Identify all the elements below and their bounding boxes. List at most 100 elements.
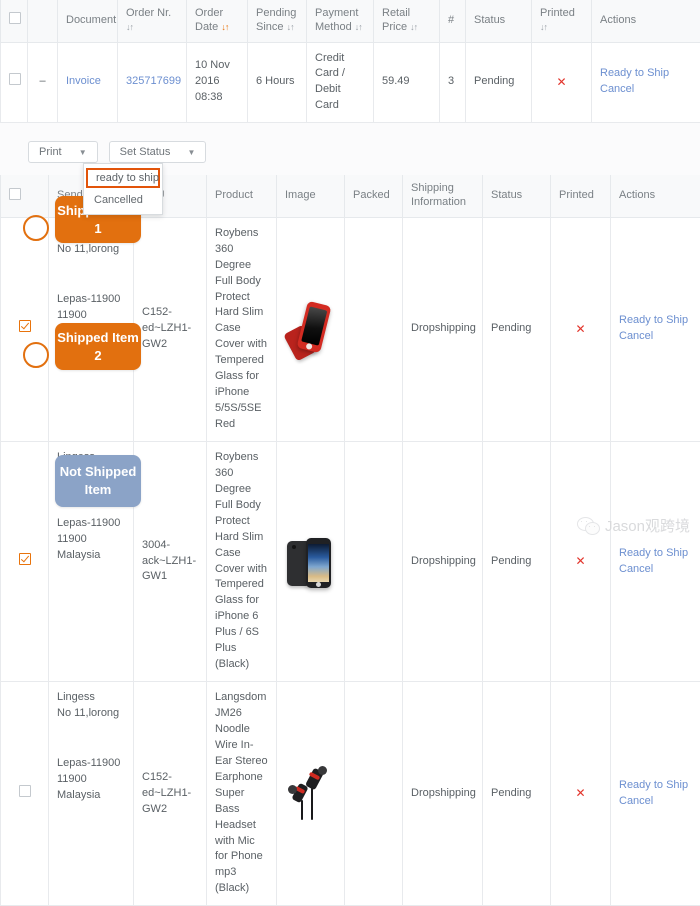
item-printed-cell: ✕ bbox=[551, 217, 611, 441]
earbud-left-tip bbox=[288, 785, 297, 794]
row-checkbox[interactable] bbox=[19, 320, 31, 332]
col-order-date[interactable]: Order Date ↓↑ bbox=[187, 0, 248, 42]
order-quantity-cell: 3 bbox=[440, 42, 466, 123]
sort-icon[interactable]: ↓↑ bbox=[126, 22, 133, 33]
items-select-all-cell[interactable] bbox=[1, 175, 49, 217]
col-packed-label: Packed bbox=[353, 189, 390, 201]
printed-x-icon: ✕ bbox=[559, 553, 602, 570]
sort-icon[interactable]: ↓↑ bbox=[355, 22, 362, 33]
address-obscured-lines bbox=[57, 722, 125, 756]
select-all-checkbox[interactable] bbox=[9, 188, 21, 200]
product-thumbnail-earphones bbox=[285, 763, 341, 825]
select-all-checkbox[interactable] bbox=[9, 12, 21, 24]
ready-to-ship-link[interactable]: Ready to Ship bbox=[619, 313, 692, 329]
col-status[interactable]: Status bbox=[483, 175, 551, 217]
col-shipping-information[interactable]: Shipping Information bbox=[403, 175, 483, 217]
address-obscured-lines bbox=[57, 258, 125, 292]
col-payment-method-label: Payment Method bbox=[315, 7, 358, 33]
item-packed-cell bbox=[345, 441, 403, 681]
col-document[interactable]: Document bbox=[58, 0, 118, 42]
col-printed[interactable]: Printed ↓↑ bbox=[532, 0, 592, 42]
cancel-link[interactable]: Cancel bbox=[619, 562, 692, 578]
item-packed-cell bbox=[345, 682, 403, 906]
col-shipping-information-label: Shipping Information bbox=[411, 182, 466, 208]
cancel-link[interactable]: Cancel bbox=[619, 329, 692, 345]
menu-item-cancelled[interactable]: Cancelled bbox=[84, 190, 162, 210]
annotation-badge-not-shipped-item: Not Shipped Item bbox=[55, 455, 141, 507]
orders-select-all-cell[interactable] bbox=[1, 0, 28, 42]
annotation-badge-label: Not Shipped Item bbox=[55, 463, 141, 498]
item-actions-cell: Ready to Ship Cancel bbox=[611, 441, 700, 681]
page-root: Document Order Nr. ↓↑ Order Date ↓↑ Pend… bbox=[0, 0, 700, 544]
row-checkbox[interactable] bbox=[9, 73, 21, 85]
col-image[interactable]: Image bbox=[277, 175, 345, 217]
col-status[interactable]: Status bbox=[466, 0, 532, 42]
item-image-cell bbox=[277, 441, 345, 681]
sort-icon[interactable]: ↓↑ bbox=[410, 22, 417, 33]
ready-to-ship-link[interactable]: Ready to Ship bbox=[619, 778, 692, 794]
product-thumbnail-red-case bbox=[285, 298, 341, 360]
item-image-cell bbox=[277, 217, 345, 441]
order-pending-since-cell: 6 Hours bbox=[248, 42, 307, 123]
col-printed-label: Printed bbox=[559, 189, 594, 201]
col-product[interactable]: Product bbox=[207, 175, 277, 217]
cancel-link[interactable]: Cancel bbox=[600, 82, 692, 98]
cancel-link[interactable]: Cancel bbox=[619, 794, 692, 810]
col-order-nr[interactable]: Order Nr. ↓↑ bbox=[118, 0, 187, 42]
col-actions-label: Actions bbox=[600, 14, 636, 26]
home-button bbox=[306, 343, 313, 350]
row-checkbox[interactable] bbox=[19, 553, 31, 565]
order-actions-cell: Ready to Ship Cancel bbox=[592, 42, 700, 123]
chevron-down-icon: ▼ bbox=[79, 148, 87, 157]
invoice-link[interactable]: Invoice bbox=[66, 75, 101, 87]
row-checkbox[interactable] bbox=[19, 785, 31, 797]
annotation-badge-label: Shipped Item 2 bbox=[55, 329, 141, 364]
cord-left bbox=[301, 800, 303, 820]
print-button[interactable]: Print ▼ bbox=[28, 141, 98, 163]
wechat-icon bbox=[577, 517, 599, 535]
home-button bbox=[316, 582, 321, 587]
item-row: Lingess No 11,lorong Lepas-11900 11900 M… bbox=[1, 682, 700, 906]
address-line: Lepas-11900 bbox=[57, 516, 125, 532]
item-sku-cell: C152-ed~LZH1-GW2 bbox=[134, 682, 207, 906]
col-packed[interactable]: Packed bbox=[345, 175, 403, 217]
item-status-cell: Pending bbox=[483, 217, 551, 441]
col-printed[interactable]: Printed bbox=[551, 175, 611, 217]
order-nr-link[interactable]: 325717699 bbox=[126, 75, 181, 87]
order-nr-cell: 325717699 bbox=[118, 42, 187, 123]
order-expand-toggle[interactable]: – bbox=[28, 42, 58, 123]
set-status-button[interactable]: Set Status ▼ bbox=[109, 141, 207, 163]
order-row-select-cell[interactable] bbox=[1, 42, 28, 123]
address-line: Malaysia bbox=[57, 788, 125, 804]
set-status-dropdown-menu: ready to ship Cancelled bbox=[83, 163, 163, 215]
ready-to-ship-link[interactable]: Ready to Ship bbox=[600, 66, 692, 82]
set-status-button-label: Set Status bbox=[120, 146, 171, 158]
order-status-cell: Pending bbox=[466, 42, 532, 123]
menu-item-ready-to-ship[interactable]: ready to ship bbox=[86, 168, 160, 188]
col-quantity[interactable]: # bbox=[440, 0, 466, 42]
case-front-shell bbox=[306, 538, 331, 588]
item-select-cell[interactable] bbox=[1, 217, 49, 441]
printed-x-icon: ✕ bbox=[540, 74, 583, 91]
col-retail-price[interactable]: Retail Price ↓↑ bbox=[374, 0, 440, 42]
sort-icon[interactable]: ↓↑ bbox=[540, 22, 547, 33]
annotation-badge-shipped-item-2: Shipped Item 2 bbox=[55, 323, 141, 370]
sort-icon-active[interactable]: ↓↑ bbox=[221, 22, 228, 33]
order-document-cell: Invoice bbox=[58, 42, 118, 123]
case-front-shell bbox=[297, 301, 332, 353]
order-retail-price-cell: 59.49 bbox=[374, 42, 440, 123]
order-date-cell: 10 Nov 2016 08:38 bbox=[187, 42, 248, 123]
sort-icon[interactable]: ↓↑ bbox=[287, 22, 294, 33]
item-select-cell[interactable] bbox=[1, 682, 49, 906]
address-line: Malaysia bbox=[57, 548, 125, 564]
col-actions-label: Actions bbox=[619, 189, 655, 201]
address-line: No 11,lorong bbox=[57, 242, 125, 258]
items-table: Send To SKU Product Image Packed Shippin… bbox=[0, 175, 700, 906]
item-actions-cell: Ready to Ship Cancel bbox=[611, 217, 700, 441]
address-line: Lepas-11900 bbox=[57, 292, 125, 308]
item-select-cell[interactable] bbox=[1, 441, 49, 681]
order-payment-method-cell: Credit Card / Debit Card bbox=[307, 42, 374, 123]
col-pending-since[interactable]: Pending Since ↓↑ bbox=[248, 0, 307, 42]
col-payment-method[interactable]: Payment Method ↓↑ bbox=[307, 0, 374, 42]
ready-to-ship-link[interactable]: Ready to Ship bbox=[619, 546, 692, 562]
